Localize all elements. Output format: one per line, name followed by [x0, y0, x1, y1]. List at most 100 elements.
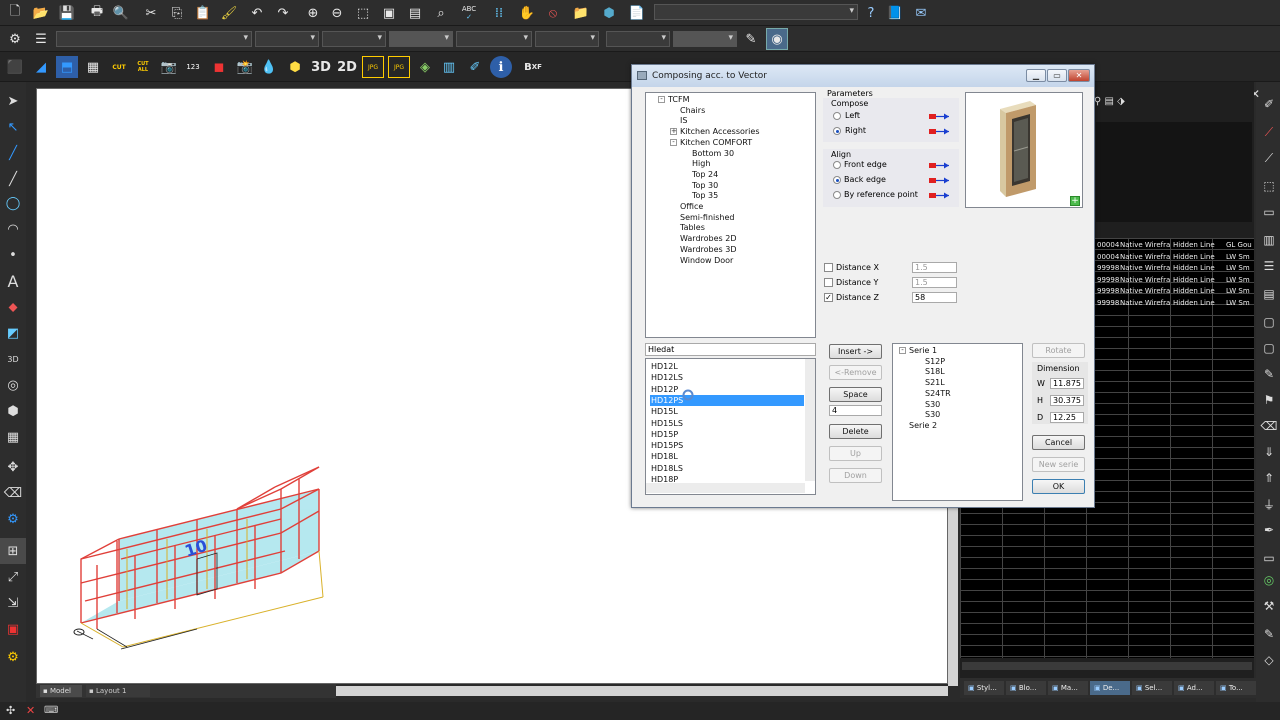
find-icon[interactable]: ⌕ — [430, 2, 452, 24]
hand-icon[interactable]: ✋ — [516, 2, 538, 24]
circle-icon[interactable]: ◯ — [0, 190, 26, 216]
box2-icon[interactable]: ▢ — [1258, 336, 1280, 360]
book-icon[interactable]: 📘 — [884, 2, 906, 24]
bxf-icon[interactable]: B XF — [522, 56, 544, 78]
pointer-icon[interactable]: ➤ — [0, 88, 26, 114]
list-icon[interactable]: ☰ — [1258, 254, 1280, 278]
list-item[interactable]: HD15P — [650, 429, 804, 440]
view-2d-button[interactable]: 2D — [336, 56, 358, 78]
dimstyle-combo[interactable] — [606, 31, 670, 47]
square-red-icon[interactable]: ◼ — [208, 56, 230, 78]
zoom-previous-icon[interactable]: ⬚ — [352, 2, 374, 24]
clipboard-icon[interactable]: 📄 — [626, 2, 648, 24]
paste-icon[interactable]: 📋 — [192, 2, 214, 24]
grid-icon[interactable]: ▦ — [0, 424, 26, 450]
close-button[interactable]: ✕ — [1068, 69, 1090, 82]
plotstyle-combo[interactable] — [456, 31, 532, 47]
open-folder-icon[interactable]: 📂 — [30, 2, 52, 24]
series-node[interactable]: Serie 2 — [909, 421, 937, 431]
new-serie-button[interactable]: New serie — [1032, 457, 1085, 472]
zoom-selected-icon[interactable]: ⊞ — [0, 538, 26, 564]
layers-icon[interactable]: ☰ — [30, 28, 52, 50]
settings-icon[interactable]: ⚙ — [0, 506, 26, 532]
box-3d-icon[interactable]: ⬢ — [284, 56, 306, 78]
region-icon[interactable]: ◩ — [0, 320, 26, 346]
palette-tab[interactable]: ▣ Ad... — [1174, 681, 1214, 695]
list-vscroll[interactable] — [805, 359, 815, 481]
edit-pencil-icon[interactable]: ✐ — [464, 56, 486, 78]
color-combo[interactable] — [255, 31, 319, 47]
palette-tab[interactable]: ▣ Blo... — [1006, 681, 1046, 695]
layer-off-icon[interactable]: ⦸ — [542, 2, 564, 24]
cancel-button[interactable]: Cancel — [1032, 435, 1085, 450]
palette-hscroll[interactable] — [962, 662, 1252, 670]
space-select[interactable]: 4 — [829, 405, 882, 416]
stack2-icon[interactable]: ▥ — [1258, 228, 1280, 252]
layer-stack-icon[interactable]: ◉ — [766, 28, 788, 50]
panel-list[interactable]: HD12L HD12LS HD12P HD12PS HD15L HD15LS HD15P HD… — [645, 358, 816, 495]
undo-icon[interactable]: ↶ — [246, 2, 268, 24]
camera-icon[interactable]: 📷 — [158, 56, 180, 78]
view3d-icon[interactable]: 3D — [0, 346, 26, 372]
redo-icon[interactable]: ↷ — [272, 2, 294, 24]
zoom-window-icon[interactable]: ⊖ — [326, 2, 348, 24]
series-node[interactable]: Serie 1 — [909, 346, 937, 356]
info-icon[interactable]: ℹ — [490, 56, 512, 78]
stack-icon[interactable]: ▭ — [1258, 200, 1280, 224]
ok-button[interactable]: OK — [1032, 479, 1085, 494]
tree-expander[interactable]: - — [670, 138, 677, 146]
map-icon[interactable]: ◈ — [414, 56, 436, 78]
polyline-icon[interactable]: ╱ — [0, 166, 26, 192]
list-item[interactable]: HD12LS — [650, 372, 804, 383]
arc-icon[interactable]: ◠ — [0, 216, 26, 242]
palette-tab[interactable]: ▣ Sel... — [1132, 681, 1172, 695]
dist-y-input[interactable]: 1.5 — [912, 277, 957, 288]
snapshot-icon[interactable]: 📸 — [234, 56, 256, 78]
stretch-icon[interactable]: ⇲ — [0, 590, 26, 616]
status-tools-icon[interactable]: ✣ — [6, 704, 15, 717]
tree-node[interactable]: Semi-finished — [680, 213, 734, 223]
up-button[interactable]: Up — [829, 446, 882, 461]
ruler-icon[interactable]: ✐ — [1258, 92, 1280, 116]
eraser-icon[interactable]: ⌫ — [0, 480, 26, 506]
print-icon[interactable]: 🖶 — [86, 2, 108, 24]
table-row[interactable]: 99998 Native Wirefra Hidden Line LW Sm — [1097, 275, 1253, 286]
tree-node[interactable]: Tables — [680, 223, 705, 233]
tree-node[interactable]: Kitchen COMFORT — [680, 138, 752, 148]
command-combo[interactable] — [654, 4, 858, 20]
series-item[interactable]: S30 — [925, 410, 940, 420]
series-expander[interactable]: - — [899, 347, 906, 354]
tree-node[interactable]: Chairs — [680, 106, 705, 116]
print-preview-icon[interactable]: 🔍 — [110, 2, 132, 24]
text-icon[interactable]: A — [0, 268, 26, 294]
list-item[interactable]: HD15LS — [650, 418, 804, 429]
space-button[interactable]: Space — [829, 387, 882, 402]
layer-combo[interactable] — [56, 31, 252, 47]
view-3d-button[interactable]: 3D — [310, 56, 332, 78]
move-icon[interactable]: ✥ — [0, 454, 26, 480]
align-front-radio[interactable] — [833, 161, 841, 169]
match-properties-icon[interactable]: 🖌 — [218, 2, 240, 24]
series-item[interactable]: S18L — [925, 367, 945, 377]
palette-tab[interactable]: ▣ Ma... — [1048, 681, 1088, 695]
filter-icon[interactable]: ⏚ — [1258, 492, 1280, 516]
orbit-icon[interactable]: ◎ — [0, 372, 26, 398]
tree-node[interactable]: Office — [680, 202, 703, 212]
point-icon[interactable]: • — [0, 242, 26, 268]
select-icon[interactable]: ↖ — [0, 114, 26, 140]
down-icon[interactable]: ⇓ — [1258, 440, 1280, 464]
hatch-icon[interactable]: ⬥ — [0, 294, 26, 320]
list-item[interactable]: HD12L — [650, 361, 804, 372]
table-row[interactable]: 00004 Native Wirefra Hidden Line LW Sm — [1097, 252, 1253, 263]
tree-node[interactable]: Top 24 — [692, 170, 718, 180]
slash-icon[interactable]: ⟋ — [1258, 146, 1280, 170]
measure-icon[interactable]: ⟋ — [1258, 120, 1280, 144]
lineweight-combo[interactable] — [389, 31, 453, 47]
rotate-button[interactable]: Rotate — [1032, 343, 1085, 358]
new-file-icon[interactable]: 🗋 — [4, 2, 26, 24]
render-icon[interactable]: ⬢ — [0, 398, 26, 424]
properties-icon[interactable]: ▤ — [404, 2, 426, 24]
palette-tab[interactable]: ▣ De... — [1090, 681, 1130, 695]
dist-z-check[interactable]: ✓ — [824, 293, 833, 302]
align-ref-radio[interactable] — [833, 191, 841, 199]
